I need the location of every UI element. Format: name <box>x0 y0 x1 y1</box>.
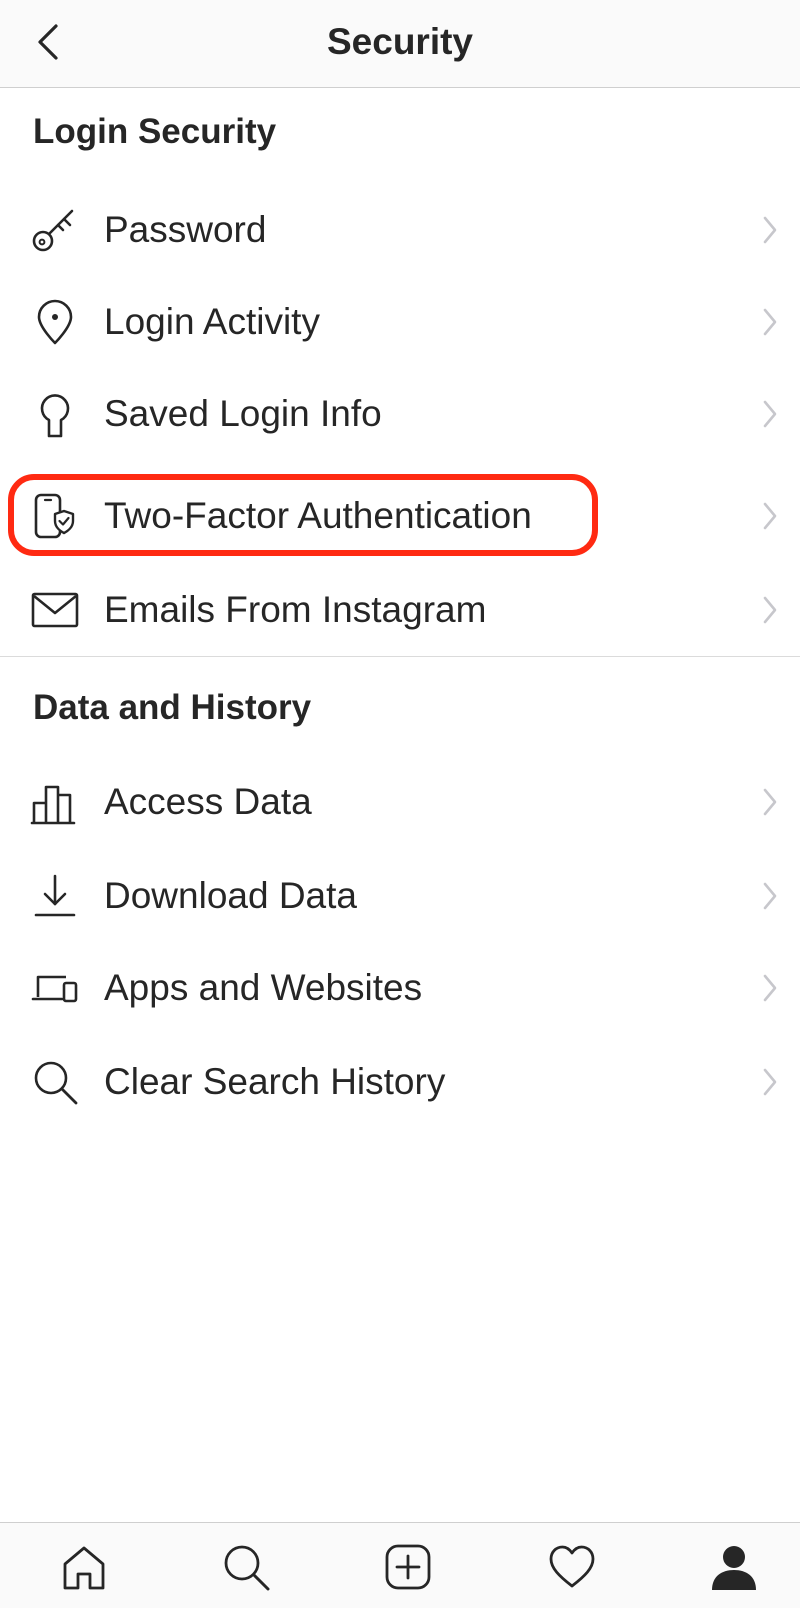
chevron-right-icon <box>758 592 782 628</box>
tab-new-post[interactable] <box>376 1535 440 1599</box>
keyhole-icon <box>30 389 80 439</box>
row-password[interactable]: Password <box>0 184 800 276</box>
home-icon <box>63 1546 105 1590</box>
chevron-right-icon <box>758 1064 782 1100</box>
row-clear-search-history[interactable]: Clear Search History <box>0 1036 800 1128</box>
chevron-right-icon <box>758 396 782 432</box>
chevron-right-icon <box>758 304 782 340</box>
row-label: Emails From Instagram <box>104 589 487 630</box>
nav-header: Security <box>0 0 800 88</box>
envelope-icon <box>30 585 80 635</box>
chevron-right-icon <box>758 212 782 248</box>
section-divider <box>0 656 800 657</box>
bar-chart-icon <box>30 777 80 827</box>
row-label: Clear Search History <box>104 1061 446 1102</box>
activity-heart-icon <box>549 1545 595 1588</box>
row-download-data[interactable]: Download Data <box>0 850 800 942</box>
row-apps-and-websites[interactable]: Apps and Websites <box>0 942 800 1034</box>
devices-icon <box>30 963 80 1013</box>
download-icon <box>30 871 80 921</box>
tab-activity[interactable] <box>540 1535 604 1599</box>
tab-search[interactable] <box>214 1535 278 1599</box>
tab-profile[interactable] <box>702 1535 766 1599</box>
chevron-right-icon <box>758 784 782 820</box>
row-saved-login-info[interactable]: Saved Login Info <box>0 368 800 460</box>
profile-icon <box>712 1546 756 1590</box>
row-label: Two-Factor Authentication <box>104 495 532 536</box>
security-screen: Security Login Security Password Login A… <box>0 0 800 1608</box>
chevron-right-icon <box>758 878 782 914</box>
phone-shield-icon <box>30 491 80 541</box>
row-label: Apps and Websites <box>104 967 423 1008</box>
tab-home[interactable] <box>52 1535 116 1599</box>
search-icon <box>224 1545 270 1591</box>
chevron-right-icon <box>758 970 782 1006</box>
row-label: Saved Login Info <box>104 393 382 434</box>
row-login-activity[interactable]: Login Activity <box>0 276 800 368</box>
row-emails-from-instagram[interactable]: Emails From Instagram <box>0 564 800 656</box>
location-pin-icon <box>30 297 80 347</box>
row-label: Access Data <box>104 781 312 822</box>
row-label: Login Activity <box>104 301 320 342</box>
row-label: Download Data <box>104 875 357 916</box>
row-two-factor-authentication[interactable]: Two-Factor Authentication <box>0 470 800 562</box>
section-title-data-history: Data and History <box>33 688 312 727</box>
bottom-tab-bar <box>0 1522 800 1608</box>
section-title-login-security: Login Security <box>33 112 277 151</box>
search-icon <box>30 1057 80 1107</box>
row-label: Password <box>104 209 267 250</box>
key-icon <box>30 205 80 255</box>
chevron-right-icon <box>758 498 782 534</box>
row-access-data[interactable]: Access Data <box>0 756 800 848</box>
page-title: Security <box>326 21 473 62</box>
new-post-icon <box>385 1544 431 1590</box>
